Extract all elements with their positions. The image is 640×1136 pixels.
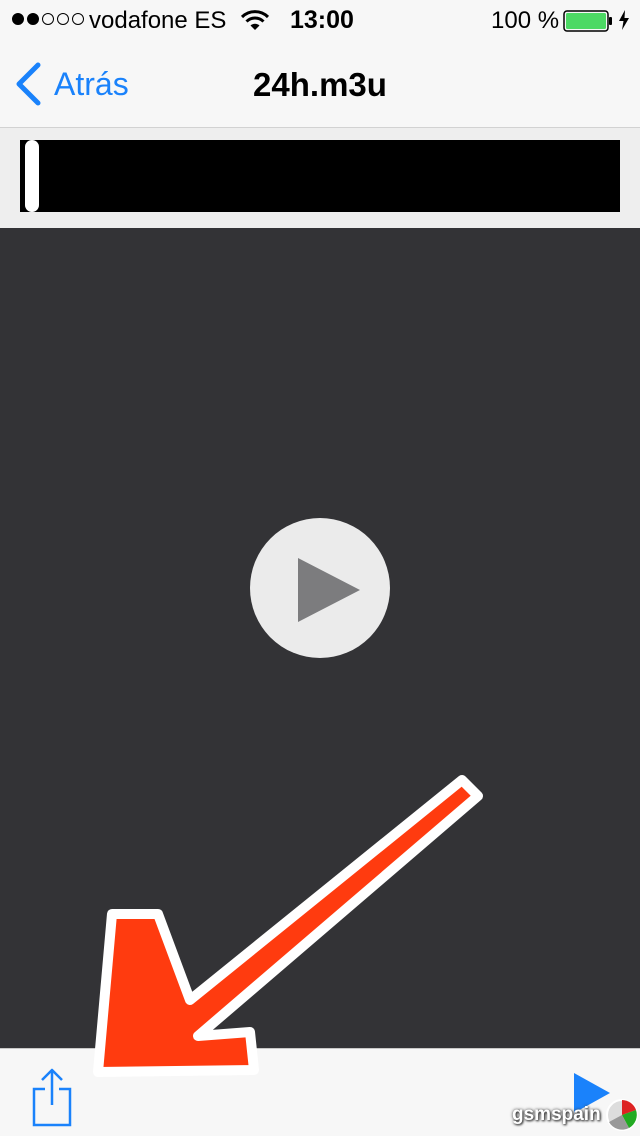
- signal-dot: [57, 13, 69, 25]
- wifi-icon: [240, 10, 270, 30]
- scrubber-track[interactable]: [20, 140, 620, 212]
- screen: vodafone ES 13:00 100 % Atrás 24h.m3u gs…: [0, 0, 640, 1136]
- gsmspain-logo-icon: [605, 1099, 638, 1131]
- share-icon[interactable]: [28, 1065, 76, 1129]
- play-overlay-button[interactable]: [250, 518, 390, 658]
- signal-dot: [27, 13, 39, 25]
- status-bar: vodafone ES 13:00 100 %: [0, 0, 640, 40]
- video-preview[interactable]: [0, 228, 640, 1048]
- charging-bolt-icon: [619, 10, 629, 30]
- playhead-handle[interactable]: [25, 140, 39, 212]
- play-circle-icon: [298, 558, 360, 622]
- battery-percentage: 100 %: [491, 7, 560, 34]
- page-title: 24h.m3u: [253, 66, 387, 103]
- navigation-bar: Atrás 24h.m3u: [0, 40, 640, 128]
- signal-dot: [42, 13, 54, 25]
- watermark: gsmspain: [512, 1098, 640, 1132]
- signal-dot: [12, 13, 24, 25]
- carrier-name: vodafone ES: [89, 7, 227, 34]
- watermark-text: gsmspain: [512, 1104, 601, 1125]
- battery-icon: [563, 10, 612, 32]
- scrubber-area: [0, 128, 640, 228]
- signal-strength-icon: [12, 13, 84, 25]
- signal-dot: [72, 13, 84, 25]
- clock: 13:00: [290, 6, 354, 34]
